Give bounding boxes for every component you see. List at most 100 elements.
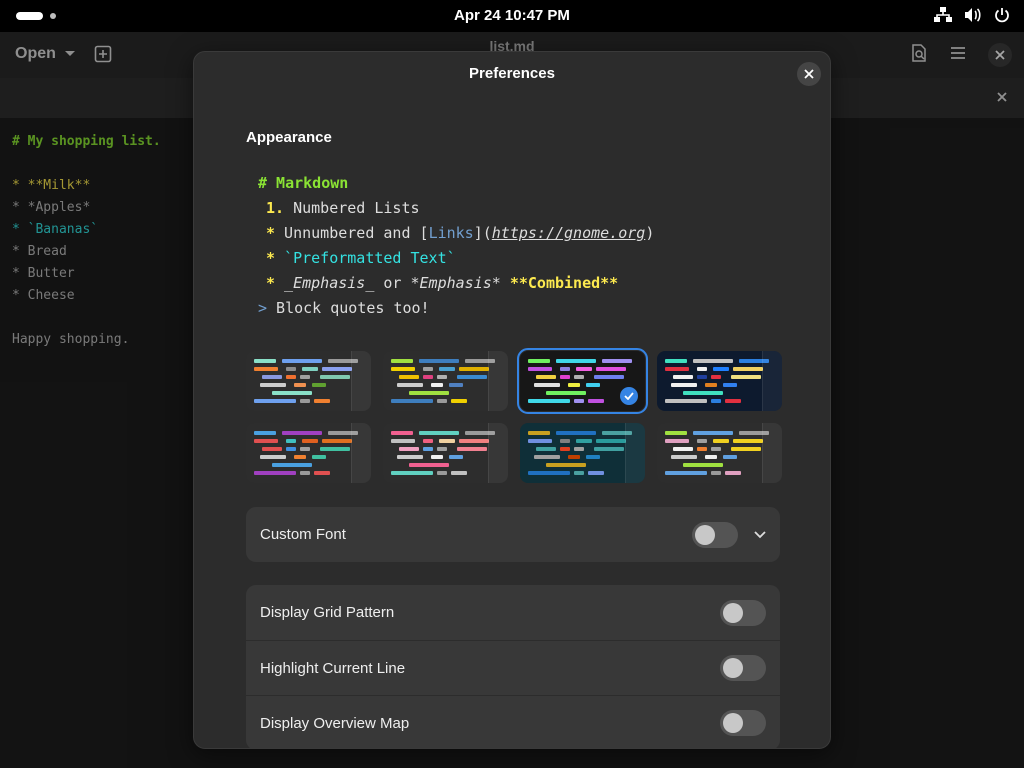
scheme-preview-bar (391, 471, 433, 475)
scheme-preview-bar (556, 431, 596, 435)
scheme-preview-bar (534, 455, 560, 459)
preview-preformatted: `Preformatted Text` (275, 249, 456, 267)
style-scheme-option[interactable] (520, 423, 645, 483)
scheme-preview-bar (568, 455, 580, 459)
style-scheme-option[interactable] (246, 423, 371, 483)
scheme-preview-bar (594, 447, 624, 451)
scheme-preview-bar (534, 383, 560, 387)
custom-font-row[interactable]: Custom Font (246, 507, 780, 562)
style-scheme-grid (246, 348, 782, 483)
checkmark-icon (620, 387, 638, 405)
scheme-preview-bar (391, 367, 415, 371)
scheme-preview-bar (322, 439, 352, 443)
option-switch[interactable] (720, 710, 766, 736)
option-row[interactable]: Highlight Current Line (246, 640, 780, 695)
scheme-preview-bar (286, 439, 296, 443)
scheme-preview-bar (683, 391, 723, 395)
style-scheme-option[interactable] (383, 351, 508, 411)
scheme-preview-bar (588, 471, 604, 475)
network-icon[interactable] (934, 7, 952, 23)
style-scheme-option[interactable] (517, 348, 648, 414)
scheme-preview-bar (300, 471, 310, 475)
option-label: Highlight Current Line (260, 659, 406, 677)
scheme-preview-bar (437, 375, 447, 379)
system-tray[interactable] (934, 7, 1010, 23)
scheme-preview-bar (683, 463, 723, 467)
option-switch[interactable] (720, 599, 766, 626)
scheme-preview-bar (665, 431, 687, 435)
custom-font-label: Custom Font (260, 526, 346, 543)
scheme-preview-bar (713, 367, 729, 371)
preview-bullet: * (266, 224, 276, 242)
style-scheme-option[interactable] (246, 351, 371, 411)
preview-link-url: https://gnome.org (491, 224, 646, 242)
option-switch[interactable] (720, 655, 766, 681)
activities-indicator[interactable] (16, 12, 56, 20)
scheme-preview-bar (723, 455, 737, 459)
preview-bullet: * (266, 249, 276, 267)
scheme-preview-bar (602, 359, 632, 363)
power-icon[interactable] (994, 7, 1010, 23)
scheme-gutter (488, 423, 508, 483)
option-row[interactable]: Display Grid Pattern (246, 585, 780, 640)
scheme-preview-bar (397, 455, 423, 459)
preview-paren-close: ) (645, 224, 655, 242)
scheme-preview-bar (705, 455, 717, 459)
option-label: Display Grid Pattern (260, 604, 395, 621)
scheme-preview-bar (272, 391, 312, 395)
scheme-preview-bar (528, 367, 552, 371)
scheme-preview-bar (576, 367, 592, 371)
scheme-preview-bar (286, 447, 296, 451)
chevron-down-icon[interactable] (754, 530, 766, 539)
scheme-preview-bar (665, 359, 687, 363)
scheme-preview-bar (586, 455, 600, 459)
preferences-dialog: Preferences Appearance # Markdown 1. Num… (193, 51, 831, 749)
scheme-preview-bar (282, 359, 322, 363)
scheme-preview-bar (723, 383, 737, 387)
scheme-gutter (351, 351, 371, 411)
preview-emphasis-underscore: _Emphasis_ (275, 274, 375, 292)
preview-quote-marker: > (258, 299, 268, 317)
scheme-preview-bar (711, 375, 721, 379)
preview-emphasis-star: *Emphasis* (410, 274, 501, 292)
style-scheme-option[interactable] (657, 351, 782, 411)
scheme-preview-bar (560, 439, 570, 443)
scheme-preview-bar (697, 447, 707, 451)
scheme-preview-bar (262, 375, 282, 379)
volume-icon[interactable] (964, 7, 982, 23)
switch-knob (723, 602, 743, 623)
dialog-close-button[interactable] (797, 62, 821, 86)
scheme-preview-bar (576, 439, 592, 443)
scheme-preview-bar (594, 375, 624, 379)
scheme-preview-bar (391, 359, 413, 363)
scheme-preview-bar (300, 375, 310, 379)
preview-link-text: Links (428, 224, 474, 242)
scheme-preview-bar (536, 375, 556, 379)
style-scheme-option[interactable] (383, 423, 508, 483)
scheme-preview-bar (294, 383, 306, 387)
preview-blockquote: Block quotes too! (267, 299, 430, 317)
preview-bullet: * (266, 274, 276, 292)
scheme-preview-bar (671, 383, 697, 387)
scheme-preview-bar (391, 431, 413, 435)
scheme-gutter (488, 351, 508, 411)
scheme-preview-bar (391, 399, 433, 403)
scheme-preview-bar (459, 367, 489, 371)
scheme-preview-bar (731, 375, 761, 379)
scheme-preview-bar (713, 439, 729, 443)
custom-font-switch[interactable] (692, 521, 738, 548)
scheme-preview-bar (574, 375, 584, 379)
scheme-preview-bar (312, 383, 326, 387)
scheme-preview-bar (693, 431, 733, 435)
clock-label[interactable]: Apr 24 10:47 PM (454, 7, 570, 24)
scheme-preview-bar (439, 367, 455, 371)
switch-knob (723, 658, 743, 678)
scheme-preview-bar (451, 471, 467, 475)
scheme-preview-bar (312, 455, 326, 459)
scheme-preview-bar (596, 439, 626, 443)
style-scheme-option[interactable] (657, 423, 782, 483)
scheme-preview-bar (528, 439, 552, 443)
option-row[interactable]: Display Overview Map (246, 695, 780, 748)
switch-knob (723, 713, 743, 733)
scheme-preview-bar (588, 399, 604, 403)
